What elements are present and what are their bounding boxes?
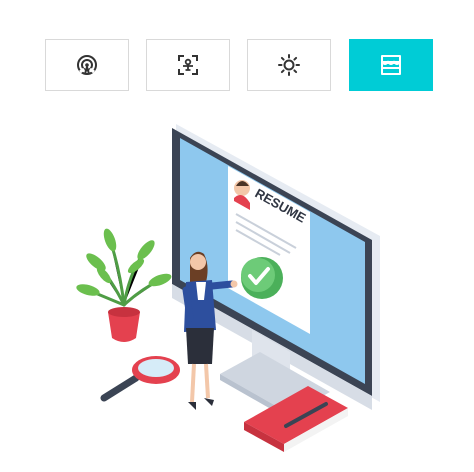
sun-icon [278,54,300,76]
tab-scan[interactable] [146,39,230,91]
hiring-illustration: RESUME [76,124,380,452]
wireless-signal-icon [77,55,97,75]
tab-bar [45,39,433,91]
tab-store[interactable] [349,39,433,91]
tab-wireless[interactable] [45,39,129,91]
magnifier [100,356,180,402]
tab-sun[interactable] [247,39,331,91]
scan-person-icon [178,55,198,75]
potted-plant [76,228,172,342]
storefront-icon [381,55,401,75]
